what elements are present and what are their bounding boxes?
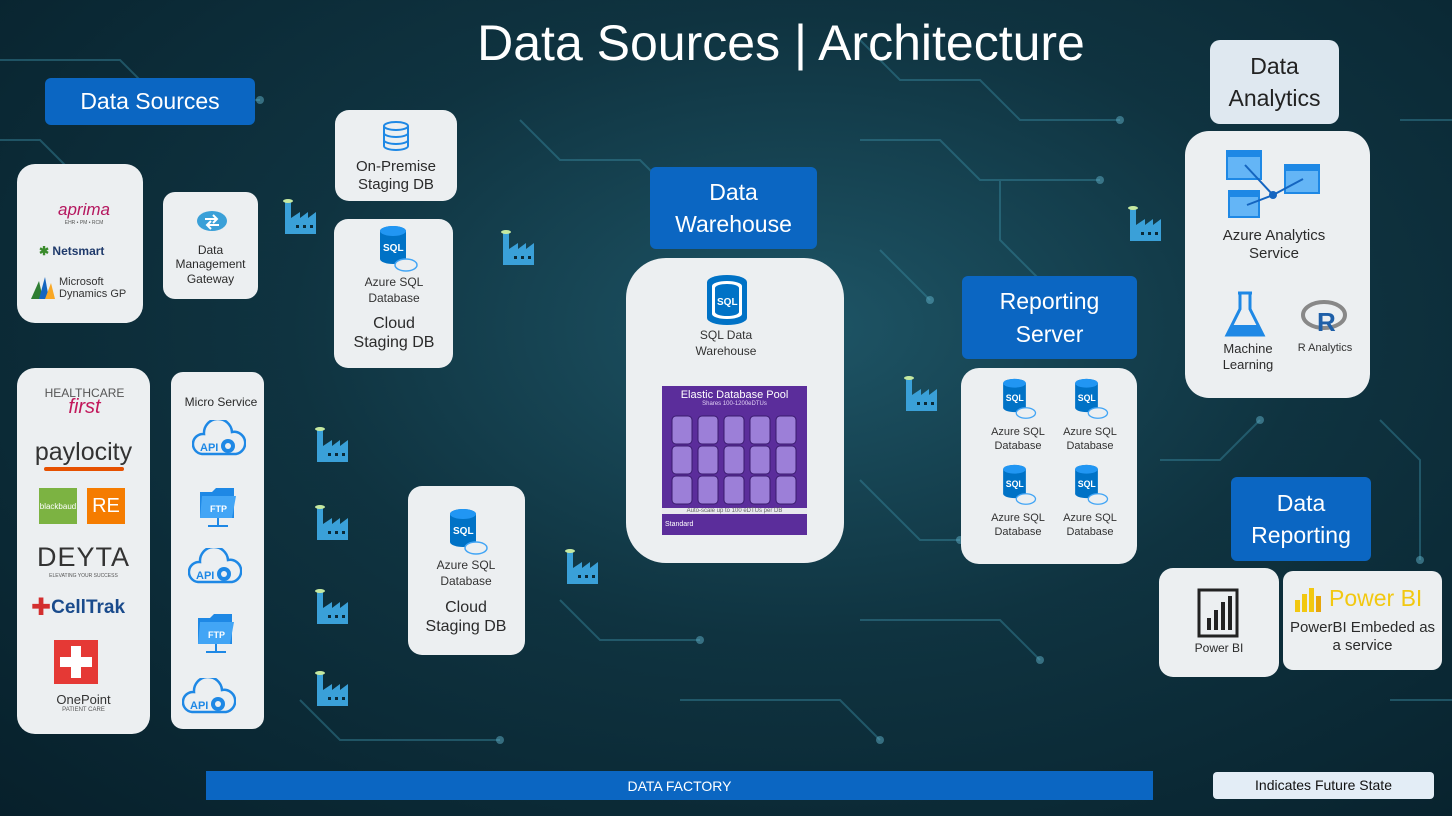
database-grid [671, 415, 797, 505]
data-reporting-header: Data Reporting [1231, 477, 1371, 561]
cloud-staging-db-2: SQL Azure SQL Database Cloud Staging DB [408, 486, 525, 655]
factory-icon [283, 199, 316, 234]
machine-learning-label: Machine Learning [1222, 341, 1274, 372]
sql-data-warehouse-label: SQL Data Warehouse [695, 328, 757, 358]
cloud-sync-icon [197, 211, 227, 231]
micro-service-label: Micro Service [184, 395, 258, 409]
svg-text:API: API [190, 700, 208, 712]
svg-text:API: API [200, 442, 218, 454]
azure-sql-label: Azure SQL Database [364, 275, 424, 305]
blackbaud-logo: blackbaud [39, 488, 77, 524]
paylocity-logo: paylocity [21, 438, 146, 471]
aprima-logo: aprima EHR • PM • RCM [58, 200, 110, 226]
factory-icon [904, 376, 937, 411]
powerbi-embedded-label: PowerBI Embeded as a service [1289, 619, 1436, 654]
powerbi-brand-icon [1295, 587, 1321, 612]
azure-sql-icon: SQL [1075, 378, 1109, 419]
svg-text:SQL: SQL [383, 243, 404, 254]
azure-sql-icon: SQL [1003, 464, 1037, 505]
raisers-edge-logo: RE [87, 488, 125, 524]
onprem-staging-label: On-Premise Staging DB [355, 158, 437, 193]
azure-sql-icon: SQL [380, 226, 418, 272]
azure-analytics-label: Azure Analytics Service [1222, 227, 1326, 262]
data-warehouse-header: Data Warehouse [650, 167, 817, 249]
reporting-server-header: Reporting Server [962, 276, 1137, 359]
factory-icon [1128, 206, 1161, 241]
ftp-icon: FTP [200, 488, 236, 527]
factory-icon [315, 589, 348, 624]
elastic-pool-panel: Elastic Database Pool Shares 100-1200eDT… [662, 386, 807, 535]
data-sources-header: Data Sources [45, 78, 255, 125]
azure-sql-icon: SQL [1003, 378, 1037, 419]
reporting-db-2: SQL Azure SQL Database [1055, 378, 1125, 454]
database-icon [383, 121, 409, 151]
cloud-staging-label: Cloud Staging DB [425, 599, 507, 636]
onepoint-icon [54, 640, 98, 684]
svg-text:SQL: SQL [1078, 479, 1097, 489]
data-management-gateway: Data Management Gateway [163, 192, 258, 299]
azure-sql-label: Azure SQL Database [1063, 426, 1117, 453]
data-warehouse-panel: SQL SQL Data Warehouse Elastic Database … [626, 258, 844, 563]
factory-icon [315, 505, 348, 540]
api-icon: API [182, 678, 236, 714]
source-group-2: HEALTHCARE first paylocity blackbaud RE … [17, 368, 150, 734]
factory-icon [315, 671, 348, 706]
svg-text:SQL: SQL [1078, 393, 1097, 403]
svg-text:SQL: SQL [1006, 393, 1025, 403]
machine-learning-icon [1224, 291, 1266, 337]
r-analytics-icon: R [1301, 300, 1347, 335]
azure-sql-label: Azure SQL Database [436, 558, 496, 588]
microsoft-dynamics-logo: Microsoft Dynamics GP [31, 276, 141, 300]
svg-text:SQL: SQL [1006, 479, 1025, 489]
elastic-pool-tier: Standard [665, 521, 694, 528]
powerbi-label: Power BI [1194, 641, 1244, 655]
healthcare-first-logo: HEALTHCARE first [44, 386, 125, 418]
data-factory-bar: DATA FACTORY [206, 771, 1153, 800]
onprem-staging-db: On-Premise Staging DB [335, 110, 457, 201]
elastic-pool-note: Auto-scale up to 100 eDTUs per DB [662, 508, 807, 514]
factory-icon [565, 549, 598, 584]
onepoint-label: OnePoint PATIENT CARE [56, 692, 111, 713]
svg-text:SQL: SQL [717, 297, 738, 308]
data-analytics-header: Data Analytics [1210, 40, 1339, 124]
api-icon: API [192, 420, 246, 456]
reporting-db-1: SQL Azure SQL Database [983, 378, 1053, 454]
cloud-staging-label: Cloud Staging DB [353, 315, 435, 352]
factory-icon [501, 230, 534, 265]
svg-text:FTP: FTP [208, 630, 225, 640]
cloud-staging-db-1: SQL Azure SQL Database Cloud Staging DB [334, 219, 453, 368]
azure-analytics-icon [1226, 150, 1320, 218]
svg-text:API: API [196, 570, 214, 582]
r-analytics-label: R Analytics [1297, 342, 1353, 354]
factory-icon [315, 427, 348, 462]
api-icon: API [188, 548, 242, 584]
reporting-server-panel: SQL Azure SQL Database SQL Azure SQL Dat… [961, 368, 1137, 564]
svg-text:FTP: FTP [210, 504, 227, 514]
sql-data-warehouse-icon: SQL [707, 275, 747, 325]
data-analytics-panel: Azure Analytics Service Machine Learning… [1185, 131, 1370, 398]
deyta-logo: DEYTA ELEVATING YOUR SUCCESS [36, 542, 130, 579]
source-group-1: aprima EHR • PM • RCM ✱ Netsmart Microso… [17, 164, 143, 323]
azure-sql-icon: SQL [450, 509, 488, 555]
elastic-pool-title: Elastic Database Pool [680, 389, 789, 401]
svg-text:R: R [1317, 307, 1336, 335]
azure-sql-label: Azure SQL Database [991, 426, 1045, 453]
powerbi-icon [1197, 588, 1239, 638]
reporting-db-4: SQL Azure SQL Database [1055, 464, 1125, 540]
elastic-pool-subtitle: Shares 100-1200eDTUs [702, 401, 767, 407]
powerbi-embedded-panel: Power BI PowerBI Embeded as a service [1283, 571, 1442, 670]
netsmart-logo: ✱ Netsmart [39, 244, 105, 258]
svg-text:SQL: SQL [453, 526, 474, 537]
powerbi-panel: Power BI [1159, 568, 1279, 677]
azure-sql-label: Azure SQL Database [1063, 512, 1117, 539]
azure-sql-label: Azure SQL Database [991, 512, 1045, 539]
powerbi-embedded-brand: Power BI [1293, 585, 1438, 612]
gateway-label: Data Management Gateway [175, 243, 246, 286]
celltrak-logo: ✚ CellTrak [31, 594, 126, 621]
azure-sql-icon: SQL [1075, 464, 1109, 505]
reporting-db-3: SQL Azure SQL Database [983, 464, 1053, 540]
future-state-legend: Indicates Future State [1213, 772, 1434, 799]
ftp-icon: FTP [198, 614, 234, 653]
